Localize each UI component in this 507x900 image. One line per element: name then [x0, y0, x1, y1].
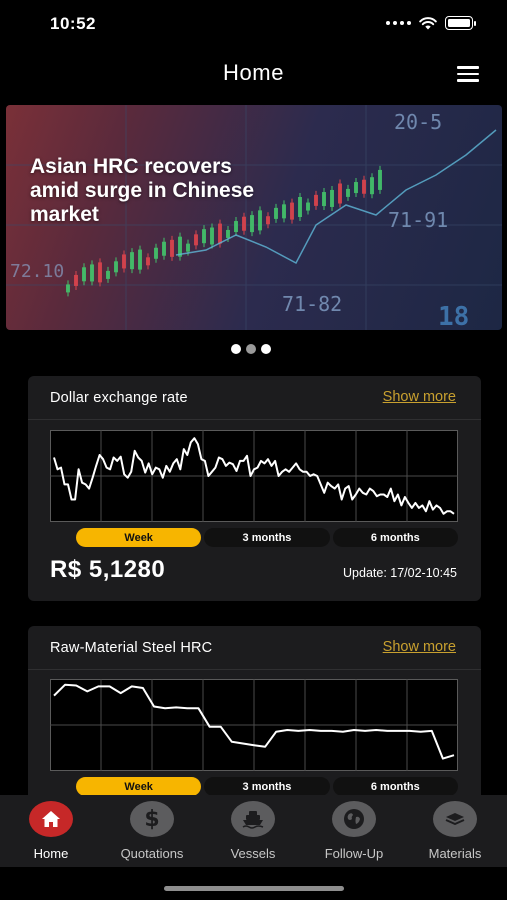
tab-quotations[interactable]: $ Quotations	[102, 801, 202, 861]
layers-icon	[433, 801, 477, 837]
bottom-tab-bar: Home $ Quotations Vessels Follow-Up Mate…	[0, 795, 507, 867]
card-header: Raw-Material Steel HRC Show more	[28, 626, 481, 670]
status-time: 10:52	[50, 14, 96, 33]
news-banner[interactable]: 20-5 71-91 72.10 71-82 18 Asian HRC reco…	[6, 105, 502, 330]
tab-vessels[interactable]: Vessels	[203, 801, 303, 861]
tab-home[interactable]: Home	[1, 801, 101, 861]
period-3-months-button[interactable]: 3 months	[204, 528, 330, 547]
steel-chart	[50, 679, 458, 771]
carousel-dot[interactable]	[231, 344, 241, 354]
dollar-line-chart	[50, 430, 458, 522]
period-6-months-button[interactable]: 6 months	[332, 777, 458, 796]
cellular-signal-icon	[386, 21, 411, 25]
ship-icon	[231, 801, 275, 837]
dollar-exchange-card: Dollar exchange rate Show more Week 3 mo…	[28, 376, 481, 601]
carousel-dot[interactable]	[246, 344, 256, 354]
card-header: Dollar exchange rate Show more	[28, 376, 481, 420]
globe-icon	[332, 801, 376, 837]
house-icon	[29, 801, 73, 837]
tab-follow-up[interactable]: Follow-Up	[304, 801, 404, 861]
period-week-button[interactable]: Week	[76, 777, 202, 796]
tab-label: Home	[33, 846, 69, 861]
status-bar: 10:52	[0, 0, 507, 46]
carousel-pagination[interactable]	[231, 344, 271, 354]
show-more-link[interactable]: Show more	[383, 639, 456, 655]
banner-bg-label: 72.10	[10, 261, 64, 282]
period-6-months-button[interactable]: 6 months	[332, 528, 458, 547]
period-selector: Week 3 months 6 months	[76, 528, 458, 547]
dollar-icon: $	[130, 801, 174, 837]
tab-materials[interactable]: Materials	[405, 801, 505, 861]
banner-bg-label: 71-82	[282, 292, 342, 316]
period-selector: Week 3 months 6 months	[76, 777, 458, 796]
banner-bg-label: 20-5	[394, 110, 442, 134]
wifi-icon	[419, 16, 437, 29]
update-timestamp: Update: 17/02-10:45	[343, 566, 457, 580]
tab-label: Materials	[428, 846, 482, 861]
tab-label: Follow-Up	[324, 846, 384, 861]
period-3-months-button[interactable]: 3 months	[204, 777, 330, 796]
card-title: Dollar exchange rate	[50, 390, 188, 406]
page-title: Home	[222, 60, 285, 85]
home-indicator	[164, 886, 344, 891]
tab-label: Quotations	[120, 846, 184, 861]
banner-headline: Asian HRC recovers amid surge in Chinese…	[30, 155, 255, 226]
card-title: Raw-Material Steel HRC	[50, 640, 213, 656]
carousel-dot[interactable]	[261, 344, 271, 354]
hamburger-icon[interactable]	[457, 66, 479, 82]
show-more-link[interactable]: Show more	[383, 389, 456, 405]
steel-line-chart	[50, 679, 458, 771]
period-week-button[interactable]: Week	[76, 528, 202, 547]
status-icons	[386, 16, 476, 30]
dollar-chart	[50, 430, 458, 522]
banner-bg-label: 71-91	[388, 208, 448, 232]
price-value: R$ 5,1280	[50, 556, 166, 583]
banner-bg-label: 18	[438, 302, 469, 330]
battery-icon	[445, 16, 476, 30]
tab-label: Vessels	[230, 846, 276, 861]
